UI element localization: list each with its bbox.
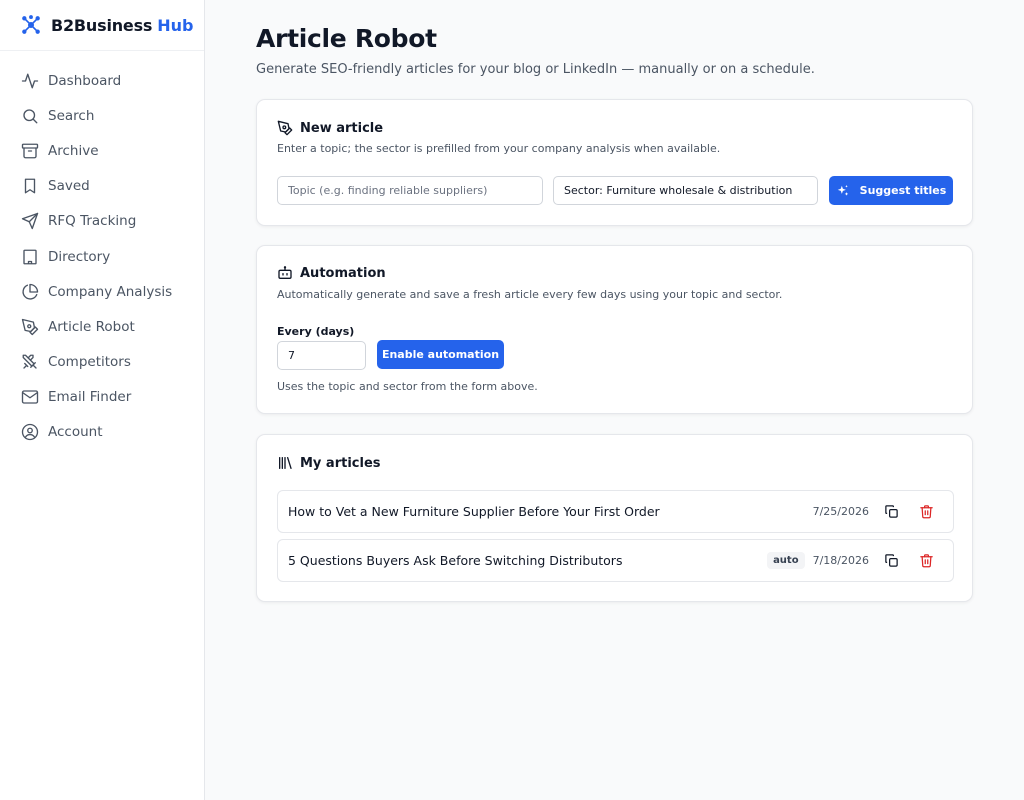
- sidebar-item-label: Saved: [48, 178, 90, 195]
- search-icon: [23, 109, 38, 124]
- sidebar-item-competitors[interactable]: Competitors: [0, 345, 204, 380]
- automation-card: Automation Automatically generate and sa…: [256, 245, 973, 414]
- sidebar-item-search[interactable]: Search: [0, 98, 204, 133]
- sidebar-item-label: Archive: [48, 142, 99, 159]
- sidebar-item-archive[interactable]: Archive: [0, 133, 204, 168]
- sidebar-item-email-finder[interactable]: Email Finder: [0, 380, 204, 415]
- sidebar-item-label: Directory: [48, 248, 111, 265]
- suggest-titles-button[interactable]: Suggest titles: [829, 176, 953, 205]
- article-row[interactable]: How to Vet a New Furniture Supplier Befo…: [277, 490, 954, 533]
- enable-automation-button[interactable]: Enable automation: [377, 340, 504, 369]
- sidebar-item-label: Dashboard: [48, 72, 122, 89]
- archive-icon: [21, 143, 39, 159]
- sidebar-item-company-analysis[interactable]: Company Analysis: [0, 274, 204, 309]
- card-title: New article: [300, 120, 384, 136]
- article-date: 7/18/2026: [812, 554, 869, 567]
- sidebar-item-saved[interactable]: Saved: [0, 169, 204, 204]
- topic-input[interactable]: [277, 176, 543, 205]
- article-title: 5 Questions Buyers Ask Before Switching …: [288, 553, 623, 568]
- sidebar-item-directory[interactable]: Directory: [0, 239, 204, 274]
- sidebar-item-rfq-tracking[interactable]: RFQ Tracking: [0, 204, 204, 239]
- sidebar-item-label: Competitors: [48, 354, 131, 371]
- copy-button[interactable]: [883, 553, 899, 569]
- copy-icon: [884, 505, 898, 518]
- bookmark-icon: [24, 178, 36, 194]
- brand[interactable]: B2Business Hub: [0, 0, 204, 51]
- card-title: Automation: [300, 265, 386, 281]
- page-title: Article Robot: [256, 24, 437, 53]
- auto-badge: auto: [767, 552, 805, 569]
- every-days-input[interactable]: [277, 341, 366, 370]
- trash-icon: [919, 554, 933, 568]
- sidebar-item-article-robot[interactable]: Article Robot: [0, 309, 204, 344]
- brand-name: B2Business: [51, 15, 153, 35]
- sparkles-icon: [837, 184, 848, 196]
- sidebar-item-label: RFQ Tracking: [48, 213, 137, 230]
- sidebar-item-label: Company Analysis: [48, 283, 173, 300]
- copy-button[interactable]: [883, 504, 899, 520]
- bot-icon: [278, 266, 292, 279]
- delete-button[interactable]: [918, 553, 934, 569]
- every-days-label: Every (days): [277, 325, 355, 338]
- sidebar-item-dashboard[interactable]: Dashboard: [0, 63, 204, 98]
- delete-button[interactable]: [918, 504, 934, 520]
- sidebar: B2Business Hub Dashboard Search Archive …: [0, 0, 205, 800]
- copy-icon: [884, 554, 898, 567]
- article-title: How to Vet a New Furniture Supplier Befo…: [288, 504, 660, 519]
- sidebar-nav: Dashboard Search Archive Saved RFQ Track…: [0, 51, 204, 450]
- building-icon: [23, 249, 37, 264]
- sector-input[interactable]: [553, 176, 818, 205]
- sidebar-item-label: Article Robot: [48, 318, 135, 335]
- user-circle-icon: [21, 424, 39, 441]
- article-date: 7/25/2026: [812, 505, 869, 518]
- swords-icon: [22, 354, 37, 369]
- activity-icon: [21, 73, 39, 89]
- mail-icon: [21, 390, 39, 404]
- article-row[interactable]: 5 Questions Buyers Ask Before Switching …: [277, 539, 954, 582]
- send-icon: [21, 213, 39, 230]
- network-logo-icon: [22, 15, 40, 34]
- sidebar-item-label: Email Finder: [48, 389, 132, 406]
- pie-chart-icon: [22, 283, 39, 300]
- card-title: My articles: [300, 455, 381, 471]
- suggest-titles-label: Suggest titles: [859, 184, 947, 197]
- my-articles-card: My articles How to Vet a New Furniture S…: [256, 434, 973, 602]
- page-subtitle: Generate SEO-friendly articles for your …: [256, 62, 815, 77]
- brand-accent: Hub: [157, 15, 194, 35]
- pen-tool-icon: [277, 120, 293, 136]
- card-header: New article: [277, 120, 383, 136]
- automation-hint: Uses the topic and sector from the form …: [277, 380, 538, 393]
- new-article-card: New article Enter a topic; the sector is…: [256, 99, 973, 226]
- library-icon: [279, 457, 292, 469]
- card-header: Automation: [277, 265, 386, 281]
- card-header: My articles: [277, 455, 381, 471]
- card-description: Enter a topic; the sector is prefilled f…: [277, 142, 721, 155]
- sidebar-item-label: Account: [48, 424, 103, 441]
- card-description: Automatically generate and save a fresh …: [277, 288, 783, 301]
- sidebar-item-account[interactable]: Account: [0, 415, 204, 450]
- pen-tool-icon: [21, 318, 39, 336]
- sidebar-item-label: Search: [48, 107, 95, 124]
- trash-icon: [919, 505, 933, 519]
